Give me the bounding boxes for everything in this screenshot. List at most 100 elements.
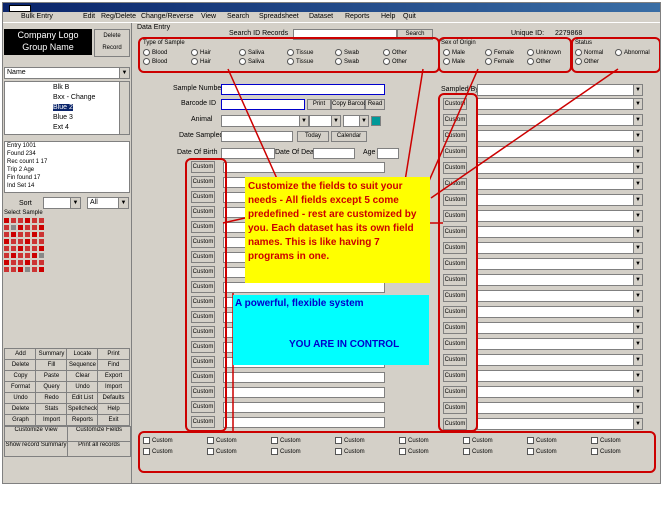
- sample-cell[interactable]: [18, 267, 23, 272]
- custom-field-dropdown[interactable]: ▼: [477, 402, 643, 414]
- date-of-death-field[interactable]: [313, 148, 355, 159]
- sample-cell[interactable]: [39, 225, 44, 230]
- sample-cell[interactable]: [39, 260, 44, 265]
- sample-cell[interactable]: [18, 225, 23, 230]
- sort-combo[interactable]: ▼: [43, 197, 81, 209]
- read-barcode-button[interactable]: Read: [365, 99, 385, 110]
- sample-cell[interactable]: [18, 246, 23, 251]
- sample-cell[interactable]: [4, 239, 9, 244]
- animal-sub-dropdown[interactable]: ▼: [309, 115, 341, 127]
- custom-field-dropdown[interactable]: ▼: [477, 290, 643, 302]
- sample-cell[interactable]: [25, 267, 30, 272]
- sample-cell[interactable]: [39, 218, 44, 223]
- custom-field-dropdown[interactable]: ▼: [477, 274, 643, 286]
- sort-filter-combo[interactable]: All ▼: [87, 197, 129, 209]
- wide-command-button[interactable]: Print all records: [67, 441, 131, 457]
- command-button[interactable]: Import: [35, 414, 68, 426]
- delete-record-button[interactable]: Delete Record: [94, 29, 130, 57]
- calendar-button[interactable]: Calendar: [331, 131, 367, 142]
- menu-bulk-entry[interactable]: Bulk Entry: [21, 13, 53, 20]
- copy-barcode-button[interactable]: Copy Barcode: [331, 99, 370, 110]
- list-item[interactable]: Blk B: [53, 84, 69, 91]
- sample-cell[interactable]: [39, 253, 44, 258]
- menu-view[interactable]: View: [201, 13, 216, 20]
- menu-reports[interactable]: Reports: [345, 13, 370, 20]
- custom-field-input[interactable]: [223, 372, 385, 383]
- list-item[interactable]: Bxx - Change: [53, 94, 95, 101]
- sample-cell[interactable]: [39, 239, 44, 244]
- sample-cell[interactable]: [11, 232, 16, 237]
- sample-cell[interactable]: [39, 246, 44, 251]
- menu-dataset[interactable]: Dataset: [309, 13, 333, 20]
- custom-field-dropdown[interactable]: ▼: [477, 114, 643, 126]
- custom-field-input[interactable]: [223, 417, 385, 428]
- sample-cell[interactable]: [32, 232, 37, 237]
- sample-cell[interactable]: [25, 218, 30, 223]
- sample-cell[interactable]: [32, 267, 37, 272]
- custom-field-dropdown[interactable]: ▼: [477, 258, 643, 270]
- sample-cell[interactable]: [32, 246, 37, 251]
- sample-cell[interactable]: [32, 218, 37, 223]
- sample-cell[interactable]: [18, 239, 23, 244]
- sample-cell[interactable]: [32, 260, 37, 265]
- color-swatch[interactable]: [371, 116, 381, 126]
- menu-spreadsheet[interactable]: Spreadsheet: [259, 13, 299, 20]
- menu-search[interactable]: Search: [227, 13, 249, 20]
- record-listbox[interactable]: Blk B Bxx - Change Blue 2 Blue 3 Ext 4: [4, 81, 130, 135]
- today-button[interactable]: Today: [297, 131, 329, 142]
- list-item[interactable]: Blue 3: [53, 114, 73, 121]
- sample-cell[interactable]: [18, 218, 23, 223]
- menu-edit[interactable]: Edit: [83, 13, 95, 20]
- sample-cell[interactable]: [11, 225, 16, 230]
- custom-field-input[interactable]: [223, 402, 385, 413]
- barcode-field[interactable]: [221, 99, 305, 110]
- date-of-birth-field[interactable]: [221, 148, 275, 159]
- animal-sub2-dropdown[interactable]: ▼: [343, 115, 369, 127]
- custom-field-dropdown[interactable]: ▼: [477, 210, 643, 222]
- age-field[interactable]: [377, 148, 399, 159]
- sample-grid[interactable]: [4, 218, 48, 274]
- sample-cell[interactable]: [39, 267, 44, 272]
- sample-cell[interactable]: [32, 239, 37, 244]
- command-button[interactable]: Reports: [66, 414, 99, 426]
- custom-field-dropdown[interactable]: ▼: [477, 418, 643, 430]
- command-button[interactable]: Exit: [97, 414, 130, 426]
- sample-cell[interactable]: [11, 218, 16, 223]
- custom-field-dropdown[interactable]: ▼: [477, 178, 643, 190]
- sample-cell[interactable]: [4, 253, 9, 258]
- sample-cell[interactable]: [4, 260, 9, 265]
- custom-field-input[interactable]: [223, 282, 385, 293]
- animal-dropdown[interactable]: ▼: [221, 115, 309, 127]
- menu-help[interactable]: Help: [381, 13, 395, 20]
- sample-cell[interactable]: [18, 260, 23, 265]
- sample-cell[interactable]: [11, 260, 16, 265]
- custom-field-dropdown[interactable]: ▼: [477, 130, 643, 142]
- sample-cell[interactable]: [4, 218, 9, 223]
- custom-field-dropdown[interactable]: ▼: [477, 354, 643, 366]
- menu-change-reverse[interactable]: Change/Reverse: [141, 13, 194, 20]
- wide-command-button[interactable]: Show record Summary: [4, 441, 68, 457]
- wide-command-button[interactable]: Customize Fields: [67, 426, 131, 442]
- sample-cell[interactable]: [18, 232, 23, 237]
- menu-quit[interactable]: Quit: [403, 13, 416, 20]
- sample-cell[interactable]: [32, 225, 37, 230]
- custom-field-dropdown[interactable]: ▼: [477, 322, 643, 334]
- sample-cell[interactable]: [4, 225, 9, 230]
- custom-field-dropdown[interactable]: ▼: [477, 226, 643, 238]
- custom-field-dropdown[interactable]: ▼: [477, 338, 643, 350]
- sample-cell[interactable]: [25, 253, 30, 258]
- custom-field-dropdown[interactable]: ▼: [477, 306, 643, 318]
- custom-field-dropdown[interactable]: ▼: [477, 242, 643, 254]
- sample-cell[interactable]: [32, 253, 37, 258]
- dataset-combo[interactable]: Name ▼: [4, 67, 130, 79]
- custom-field-dropdown[interactable]: ▼: [477, 194, 643, 206]
- sample-cell[interactable]: [25, 246, 30, 251]
- menu-reg-delete[interactable]: Reg/Delete: [101, 13, 136, 20]
- sample-cell[interactable]: [11, 253, 16, 258]
- sample-cell[interactable]: [11, 267, 16, 272]
- sample-number-field[interactable]: [221, 84, 385, 95]
- sample-cell[interactable]: [25, 232, 30, 237]
- sample-cell[interactable]: [11, 239, 16, 244]
- sampled-by-dropdown[interactable]: ▼: [477, 84, 643, 96]
- custom-field-dropdown[interactable]: ▼: [477, 162, 643, 174]
